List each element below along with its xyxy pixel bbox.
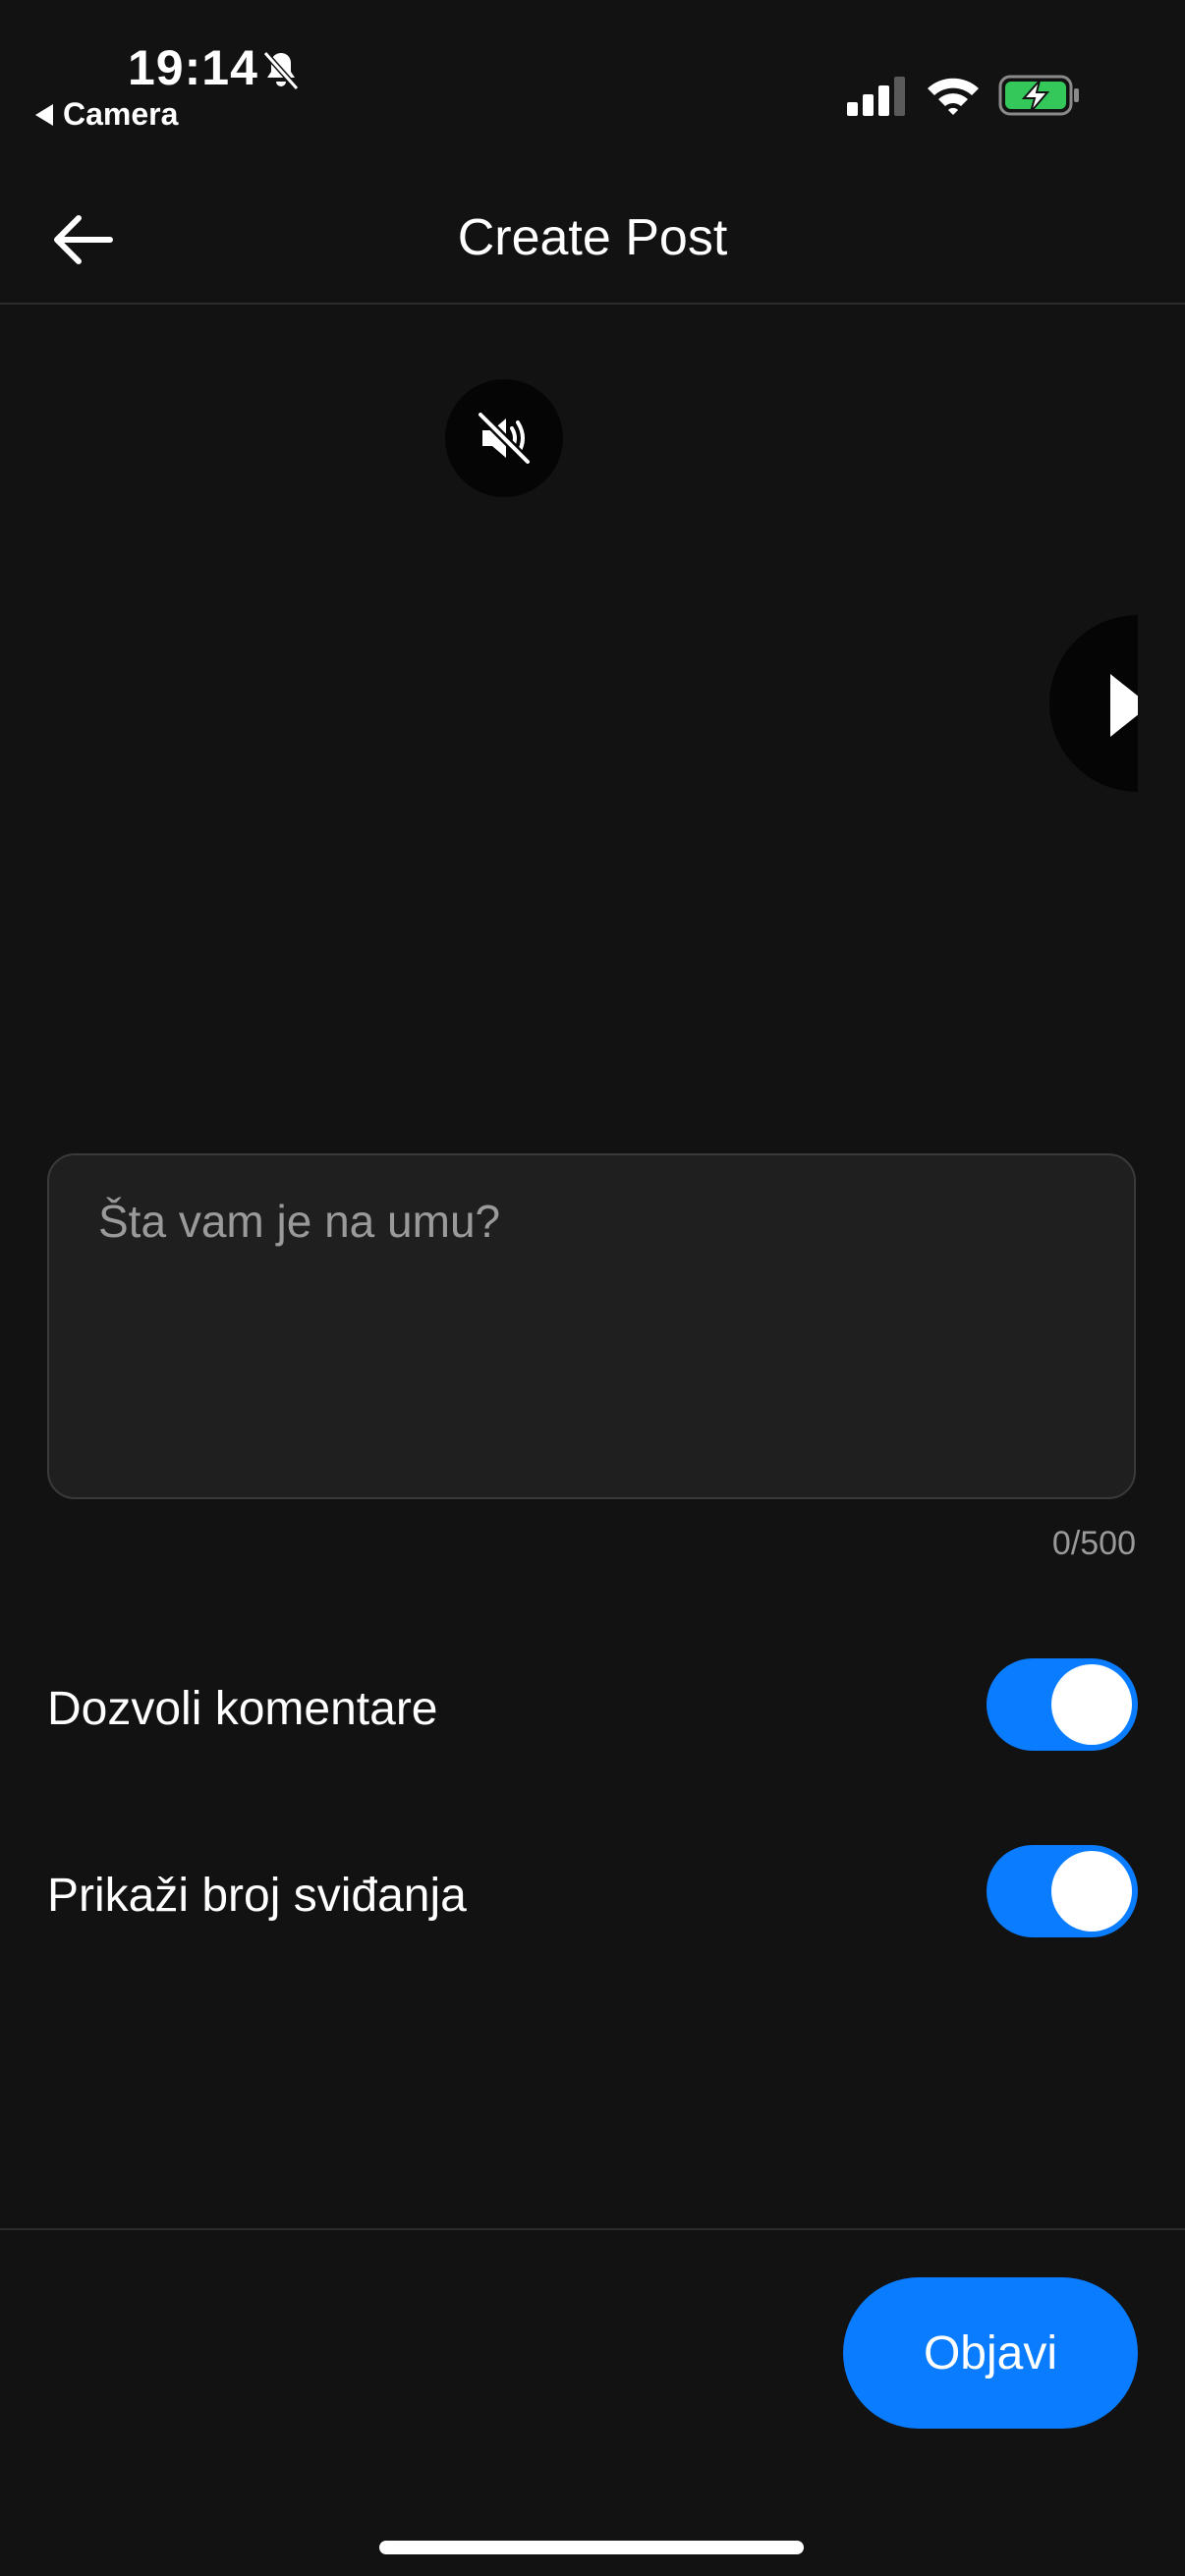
- toggle-knob: [1051, 1664, 1132, 1745]
- speaker-muted-icon: [477, 411, 532, 466]
- wifi-icon: [928, 78, 979, 115]
- allow-comments-label: Dozvoli komentare: [47, 1683, 438, 1735]
- back-to-app-link[interactable]: Camera: [35, 96, 178, 133]
- allow-comments-toggle[interactable]: [987, 1658, 1138, 1751]
- publish-button[interactable]: Objavi: [843, 2277, 1138, 2429]
- caption-field[interactable]: [47, 1153, 1136, 1499]
- play-button[interactable]: [1049, 615, 1138, 792]
- caption-input[interactable]: [49, 1155, 1134, 1497]
- battery-charging-icon: [998, 75, 1079, 116]
- toggle-knob: [1051, 1851, 1132, 1932]
- show-likes-label: Prikaži broj sviđanja: [47, 1870, 467, 1922]
- mute-button[interactable]: [445, 379, 563, 497]
- cellular-signal-icon: [847, 77, 905, 116]
- allow-comments-row: Dozvoli komentare: [47, 1658, 1138, 1757]
- character-counter: 0/500: [1051, 1525, 1136, 1562]
- status-time: 19:14: [128, 40, 258, 95]
- header: Create Post: [0, 177, 1185, 305]
- play-icon: [1110, 674, 1138, 737]
- bell-slash-icon: [262, 51, 300, 90]
- page-title: Create Post: [457, 209, 728, 266]
- show-likes-toggle[interactable]: [987, 1845, 1138, 1937]
- status-bar: 19:14 Camera: [0, 0, 1185, 147]
- back-app-label: Camera: [63, 96, 179, 132]
- media-preview[interactable]: [0, 305, 1185, 1130]
- back-triangle-icon: [35, 103, 53, 126]
- show-likes-row: Prikaži broj sviđanja: [47, 1845, 1138, 1943]
- footer-divider: [0, 2228, 1185, 2230]
- home-indicator[interactable]: [379, 2541, 804, 2554]
